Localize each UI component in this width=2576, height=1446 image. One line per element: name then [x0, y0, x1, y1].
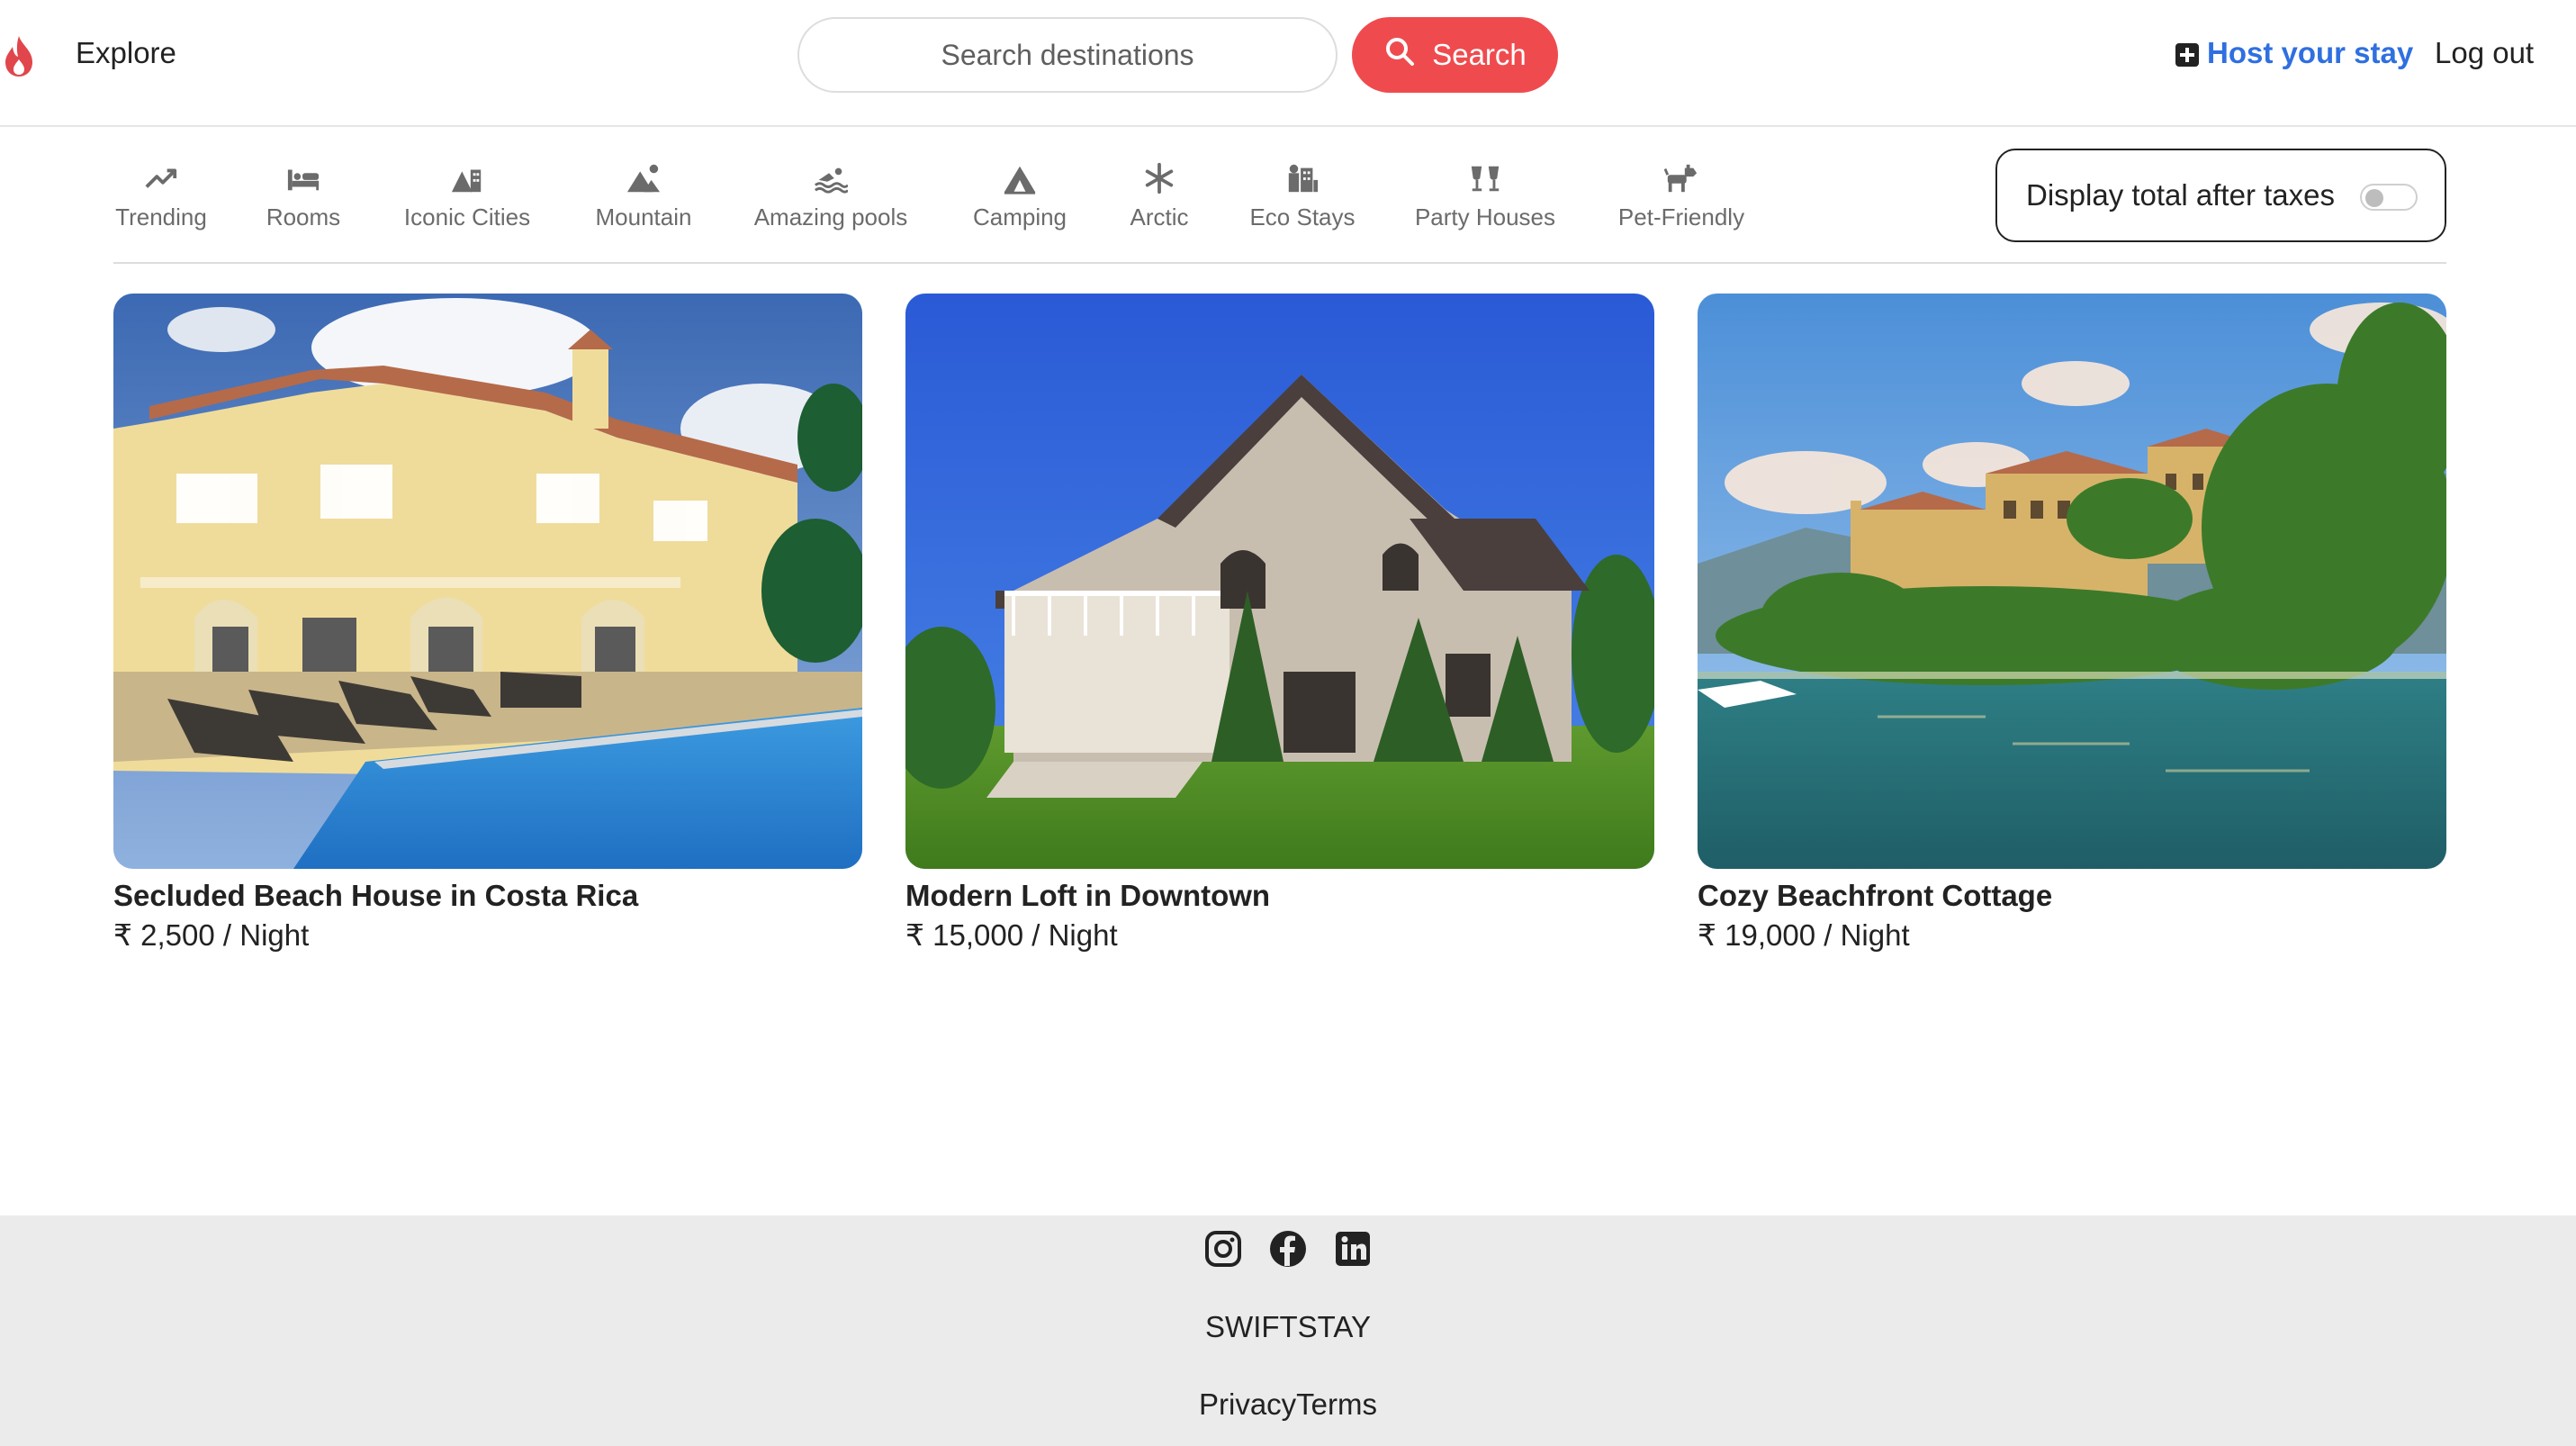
filter-label: Mountain	[595, 203, 692, 230]
listing-price: ₹ 19,000 / Night	[1698, 918, 1910, 952]
facebook-icon[interactable]	[1269, 1230, 1307, 1268]
filter-label: Iconic Cities	[403, 203, 531, 230]
campground-icon	[1002, 160, 1038, 196]
terms-link[interactable]: Terms	[1296, 1387, 1377, 1421]
filter-label: Eco Stays	[1249, 203, 1356, 230]
logout-link[interactable]: Log out	[2435, 36, 2534, 70]
filter-label: Amazing pools	[753, 203, 908, 230]
filter-amazing-pools[interactable]: Amazing pools	[751, 148, 911, 231]
house-blue-sky-photo	[905, 294, 1654, 869]
listing-price: ₹ 2,500 / Night	[113, 918, 310, 952]
dog-icon	[1663, 160, 1699, 196]
search-button-label: Search	[1432, 38, 1527, 71]
tax-toggle-label: Display total after taxes	[2026, 178, 2335, 212]
filters-divider	[113, 262, 2446, 264]
trending-up-icon	[143, 160, 179, 196]
search-input[interactable]	[797, 17, 1338, 93]
filter-label: Pet-Friendly	[1617, 203, 1745, 230]
bed-icon	[285, 160, 321, 196]
listing-title: Secluded Beach House in Costa Rica	[113, 879, 639, 912]
filter-trending[interactable]: Trending	[113, 148, 209, 231]
listing-card[interactable]: Cozy Beachfront Cottage ₹ 19,000 / Night	[1698, 294, 2446, 955]
party-glasses-icon	[1467, 160, 1503, 196]
listing-title: Cozy Beachfront Cottage	[1698, 879, 2053, 912]
plus-square-icon	[2175, 41, 2200, 67]
social-links	[0, 1230, 2576, 1268]
filter-label: Arctic	[1130, 203, 1189, 230]
filter-rooms[interactable]: Rooms	[265, 148, 342, 231]
eco-building-icon	[1284, 160, 1320, 196]
filter-iconic-cities[interactable]: Iconic Cities	[400, 148, 535, 231]
filter-mountain[interactable]: Mountain	[592, 148, 695, 231]
navbar: Explore Search Host your stay Log out	[0, 0, 2576, 127]
mountain-city-icon	[449, 160, 485, 196]
search-button[interactable]: Search	[1352, 17, 1558, 93]
search-icon	[1383, 35, 1416, 75]
footer-legal-links: PrivacyTerms	[0, 1387, 2576, 1422]
filter-eco-stays[interactable]: Eco Stays	[1247, 148, 1357, 231]
privacy-link[interactable]: Privacy	[1199, 1387, 1296, 1421]
tax-toggle[interactable]: Display total after taxes	[1995, 149, 2446, 242]
listing-price: ₹ 15,000 / Night	[905, 918, 1118, 952]
tax-switch[interactable]	[2360, 184, 2418, 211]
listing-title: Modern Loft in Downtown	[905, 879, 1271, 912]
flame-logo-icon[interactable]	[2, 34, 36, 77]
person-swimming-icon	[813, 160, 849, 196]
filter-pet-friendly[interactable]: Pet-Friendly	[1613, 148, 1750, 231]
switch-knob	[2365, 189, 2383, 207]
villa-with-pool-photo	[113, 294, 862, 869]
mountain-sun-icon	[626, 160, 662, 196]
filter-arctic[interactable]: Arctic	[1125, 148, 1193, 231]
explore-link[interactable]: Explore	[76, 36, 176, 70]
listing-card[interactable]: Secluded Beach House in Costa Rica ₹ 2,5…	[113, 294, 862, 955]
host-your-stay-link[interactable]: Host your stay	[2175, 36, 2413, 70]
filter-label: Trending	[115, 203, 207, 230]
filter-label: Rooms	[266, 203, 341, 230]
filter-camping[interactable]: Camping	[968, 148, 1071, 231]
footer-brand: SWIFTSTAY	[1205, 1310, 1371, 1343]
listing-card[interactable]: Modern Loft in Downtown ₹ 15,000 / Night	[905, 294, 1654, 955]
snowflake-icon	[1141, 160, 1177, 196]
filter-label: Camping	[972, 203, 1067, 230]
linkedin-icon[interactable]	[1334, 1230, 1372, 1268]
lakeside-villa-photo	[1698, 294, 2446, 869]
filter-party-houses[interactable]: Party Houses	[1413, 148, 1557, 231]
filter-label: Party Houses	[1414, 203, 1556, 230]
instagram-icon[interactable]	[1204, 1230, 1242, 1268]
host-your-stay-label: Host your stay	[2207, 36, 2414, 69]
